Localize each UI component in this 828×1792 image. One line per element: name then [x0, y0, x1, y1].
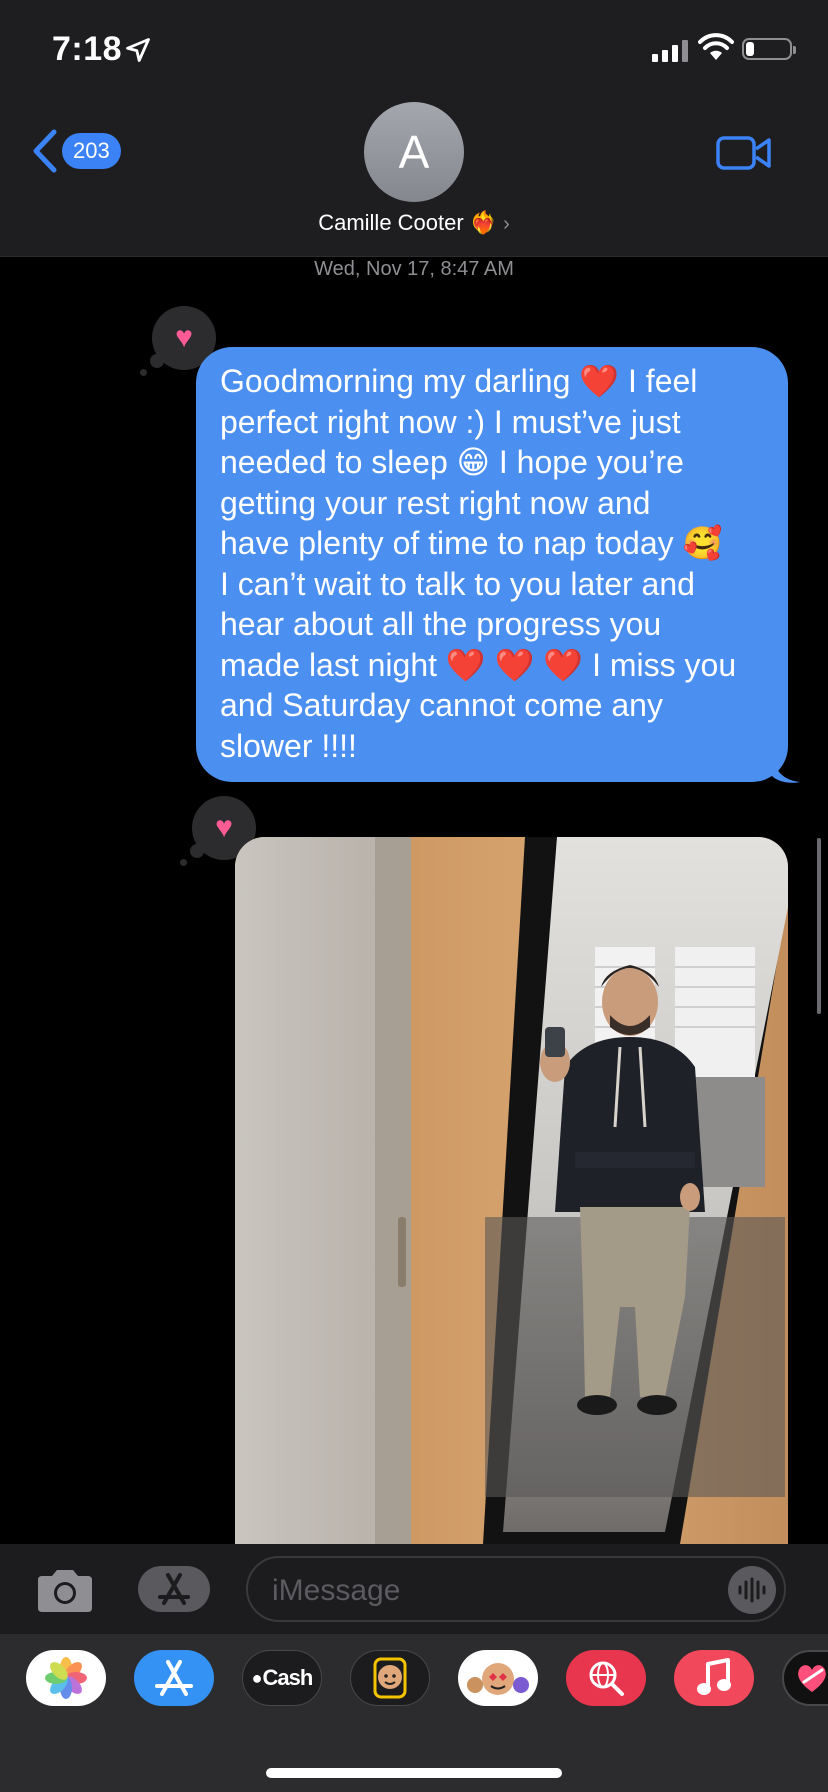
memoji-icon [373, 1657, 407, 1699]
waveform-icon [738, 1577, 766, 1603]
message-timestamp: Wed, Nov 17, 8:47 AM [314, 258, 514, 280]
message-line: and Saturday cannot come any [220, 687, 663, 723]
bubble-tail [772, 752, 800, 783]
photo-image [235, 837, 788, 1544]
avatar-initial: A [398, 126, 430, 178]
message-line: hear about all the progress you [220, 606, 662, 642]
audio-message-button[interactable] [728, 1566, 776, 1614]
app-store-icon [155, 1660, 193, 1696]
globe-search-icon [589, 1661, 624, 1696]
contact-name-button[interactable]: Camille Cooter ❤️‍🔥 › [0, 210, 828, 236]
message-line: slower !!!! [220, 727, 357, 764]
contact-name: Camille Cooter [318, 210, 464, 235]
music-note-icon [697, 1658, 731, 1695]
music-app[interactable] [674, 1650, 754, 1706]
apple-cash-app[interactable]: ● Cash [242, 1650, 322, 1706]
photos-icon [45, 1657, 87, 1699]
message-line: getting your rest right now and [220, 484, 651, 521]
chevron-left-icon [33, 129, 57, 173]
apple-icon: ● [251, 1667, 263, 1688]
message-line: perfect right now :) I must’ve just [220, 403, 681, 440]
message-line: I can’t wait to talk to you later and [220, 565, 695, 602]
home-indicator[interactable] [266, 1768, 562, 1778]
battery-level [746, 42, 754, 56]
digital-touch-app[interactable] [782, 1650, 828, 1706]
facetime-video-icon[interactable] [716, 134, 772, 172]
camera-icon[interactable] [34, 1568, 96, 1614]
message-input[interactable]: iMessage [246, 1556, 786, 1622]
navigation-header: 7:18 203 A Camille Cooter ❤️‍🔥 › [0, 0, 828, 257]
images-search-app[interactable] [566, 1650, 646, 1706]
memoji-stickers-icon [467, 1663, 529, 1695]
app-store-icon [158, 1573, 190, 1605]
message-line: Goodmorning my darling ❤️ I feel [220, 363, 698, 399]
status-time: 7:18 [52, 30, 123, 68]
heart-touch-icon [798, 1665, 826, 1692]
memoji-stickers-app[interactable] [458, 1650, 538, 1706]
heart-icon: ♥ [215, 811, 233, 844]
scroll-indicator[interactable] [817, 838, 821, 1014]
compose-bar: iMessage [0, 1544, 828, 1634]
contact-avatar[interactable]: A [364, 102, 464, 202]
location-arrow-icon [126, 38, 150, 62]
contact-emoji: ❤️‍🔥 [469, 210, 498, 235]
message-line: made last night ❤️ ❤️ ❤️ I miss you [220, 646, 737, 683]
message-line: have plenty of time to nap today 🥰 [220, 525, 723, 561]
photos-app[interactable] [26, 1650, 106, 1706]
app-store-button[interactable] [138, 1566, 210, 1612]
cellular-signal-icon [652, 38, 688, 62]
heart-icon: ♥ [175, 321, 193, 354]
chevron-right-icon: › [503, 213, 510, 235]
app-store-app[interactable] [134, 1650, 214, 1706]
unread-count-badge: 203 [62, 133, 121, 169]
battery-icon [742, 38, 796, 60]
outgoing-message-bubble[interactable]: Goodmorning my darling ❤️ I feel perfect… [196, 347, 788, 782]
app-drawer: ● Cash [0, 1634, 828, 1792]
back-button[interactable]: 203 [30, 128, 121, 174]
apple-cash-label: Cash [262, 1665, 314, 1690]
photo-attachment[interactable] [235, 837, 788, 1544]
message-line: needed to sleep 😁 I hope you’re [220, 444, 684, 480]
message-input-placeholder: iMessage [272, 1574, 401, 1607]
memoji-app[interactable] [350, 1650, 430, 1706]
wifi-icon [698, 33, 734, 60]
